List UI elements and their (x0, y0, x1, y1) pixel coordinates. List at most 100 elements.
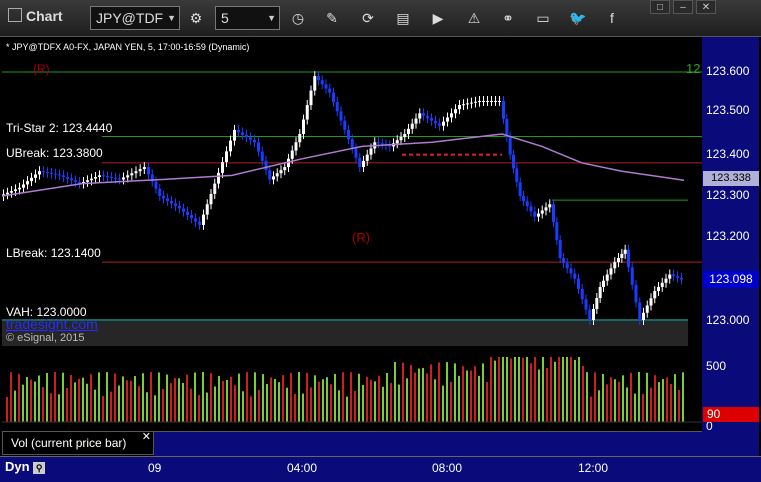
price-bar (320, 80, 324, 85)
volume-bar (434, 379, 436, 422)
volume-bar (342, 372, 344, 422)
volume-bar (338, 390, 340, 422)
time-axis[interactable]: 09 04:00 08:00 12:00 (0, 456, 761, 482)
restore-button[interactable]: □ (650, 0, 670, 14)
price-bar (458, 105, 461, 110)
price-bar (268, 170, 272, 180)
comment-icon[interactable]: ▭ (533, 8, 553, 28)
price-bar (434, 120, 437, 124)
volume-bar (98, 372, 100, 422)
price-bar (634, 284, 638, 303)
price-bar (34, 174, 37, 178)
alert-icon[interactable]: ⚠ (464, 8, 484, 28)
volume-bar (122, 376, 124, 422)
chevron-down-icon[interactable]: ▼ (167, 7, 176, 29)
price-bar (249, 137, 252, 140)
get-icon[interactable]: ▤ (393, 8, 413, 28)
refresh-icon[interactable]: ⟳ (358, 8, 378, 28)
volume-bar (234, 385, 236, 422)
lbreak-label: LBreak: 123.1400 (6, 246, 101, 260)
interval-input[interactable]: 5 ▼ (215, 6, 280, 30)
volume-bar (42, 387, 44, 422)
volume-bar (522, 357, 524, 422)
price-bar (672, 274, 675, 277)
volume-bar (554, 361, 556, 422)
price-bar (58, 174, 61, 176)
volume-bar (426, 373, 428, 422)
price-bar (562, 258, 565, 264)
volume-bar (418, 368, 420, 422)
minimize-button[interactable]: – (673, 0, 693, 14)
volume-bar (94, 389, 96, 422)
dynamic-label[interactable]: Dyn ⚲ (5, 459, 46, 474)
volume-bar (242, 391, 244, 422)
price-bar (540, 210, 544, 214)
volume-bar (374, 381, 376, 422)
price-axis[interactable]: 123.600 123.500 123.400 123.300 123.200 … (702, 37, 759, 457)
price-bar (26, 181, 29, 185)
toolbar: Chart JPY@TDF ▼ ⚙ 5 ▼ ◷ ✎ ⟳ ▤ ▶ ⚠ ⚭ ▭ 🐦 f … (0, 0, 761, 37)
volume-bar (202, 372, 204, 422)
price-chart[interactable] (1, 37, 702, 347)
volume-bar (642, 393, 644, 422)
price-bar (260, 151, 264, 161)
volume-bar (678, 389, 680, 422)
price-bar (552, 204, 555, 223)
price-bar (515, 168, 519, 183)
price-bar (380, 143, 384, 145)
volume-bar (674, 374, 676, 422)
volume-bar (526, 357, 528, 422)
facebook-icon[interactable]: f (602, 8, 622, 28)
price-bar (298, 134, 302, 143)
volume-bar (302, 393, 304, 422)
price-bar (653, 291, 657, 299)
gear-icon[interactable]: ⚙ (186, 8, 206, 28)
price-bar (194, 218, 197, 222)
link-icon[interactable]: ⚭ (498, 8, 518, 28)
price-bar (209, 193, 213, 205)
price-bar (490, 100, 493, 102)
close-icon[interactable]: ✕ (142, 426, 151, 448)
volume-bar (378, 375, 380, 422)
price-bar (229, 140, 232, 152)
level-mark: 12 (686, 61, 701, 76)
chevron-down-icon[interactable]: ▼ (267, 7, 276, 29)
price-bar (313, 76, 317, 91)
volume-bar (394, 362, 396, 422)
price-bar (512, 154, 515, 169)
price-bar (395, 140, 399, 144)
price-bar (190, 215, 193, 219)
price-bar (602, 280, 605, 287)
volume-bar (142, 373, 144, 422)
volume-bar (618, 381, 620, 422)
price-bar (186, 211, 189, 216)
volume-chart[interactable] (2, 350, 702, 430)
volume-bar (74, 382, 76, 422)
price-bar (605, 274, 609, 281)
volume-bar (346, 396, 348, 422)
symbol-input[interactable]: JPY@TDF ▼ (90, 6, 180, 30)
volume-bar (222, 381, 224, 422)
price-bar (362, 160, 365, 168)
price-bar (569, 268, 573, 274)
price-bar (418, 113, 422, 119)
volume-bar (38, 375, 40, 422)
clock-icon[interactable]: ◷ (288, 8, 308, 28)
watermark[interactable]: tradesight.com (6, 316, 98, 332)
twitter-icon[interactable]: 🐦 (568, 8, 588, 28)
close-button[interactable]: ✕ (696, 0, 716, 14)
price-bar (257, 142, 260, 152)
price-bar (462, 104, 465, 106)
pencil-icon[interactable]: ✎ (322, 8, 342, 28)
volume-bar (410, 364, 412, 422)
price-bar (138, 169, 142, 172)
volume-bar (18, 373, 20, 422)
magnifier-icon[interactable]: ⚲ (33, 462, 46, 474)
volume-bar (34, 381, 36, 422)
volume-bar (106, 372, 108, 422)
price-bar (657, 286, 660, 292)
price-bar (170, 200, 173, 204)
window-title: Chart (8, 8, 63, 24)
play-icon[interactable]: ▶ (428, 8, 448, 28)
price-bar (118, 178, 121, 180)
